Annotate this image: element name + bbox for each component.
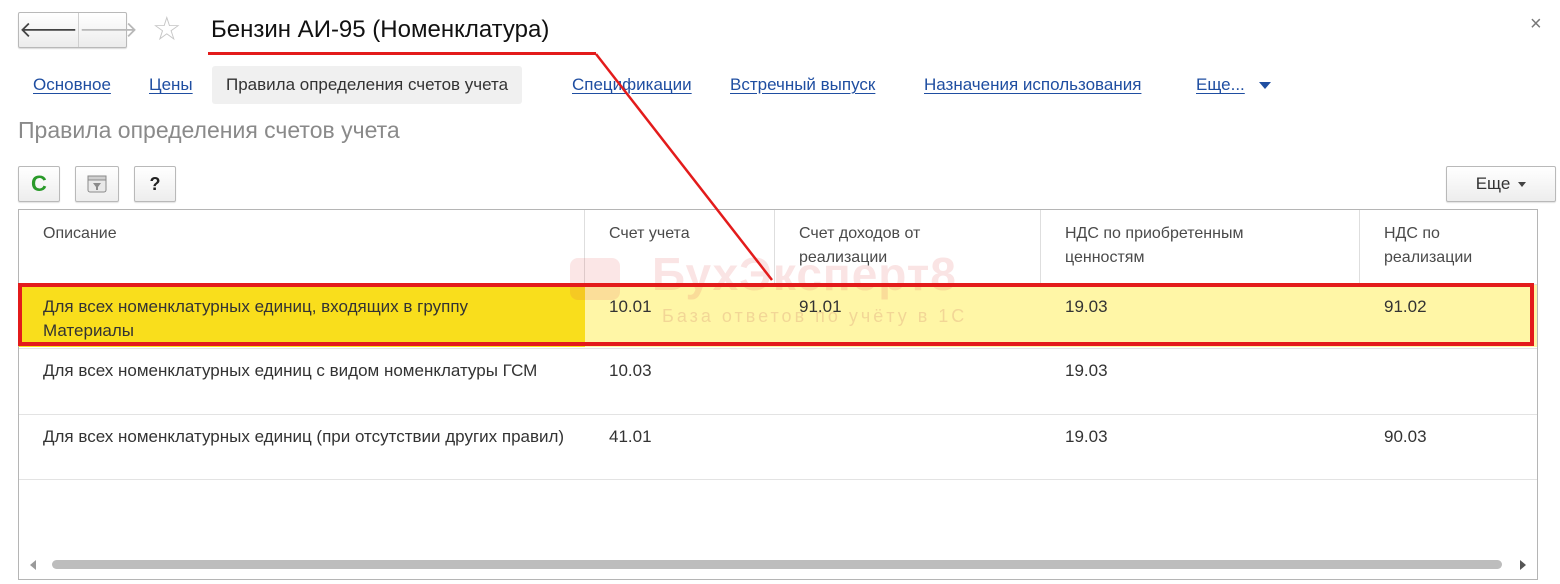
horizontal-scrollbar[interactable] xyxy=(22,558,1534,572)
scroll-left-icon[interactable] xyxy=(30,560,36,570)
annotation-arrow-line xyxy=(595,53,773,281)
scroll-thumb[interactable] xyxy=(52,560,1502,569)
scroll-right-icon[interactable] xyxy=(1520,560,1526,570)
